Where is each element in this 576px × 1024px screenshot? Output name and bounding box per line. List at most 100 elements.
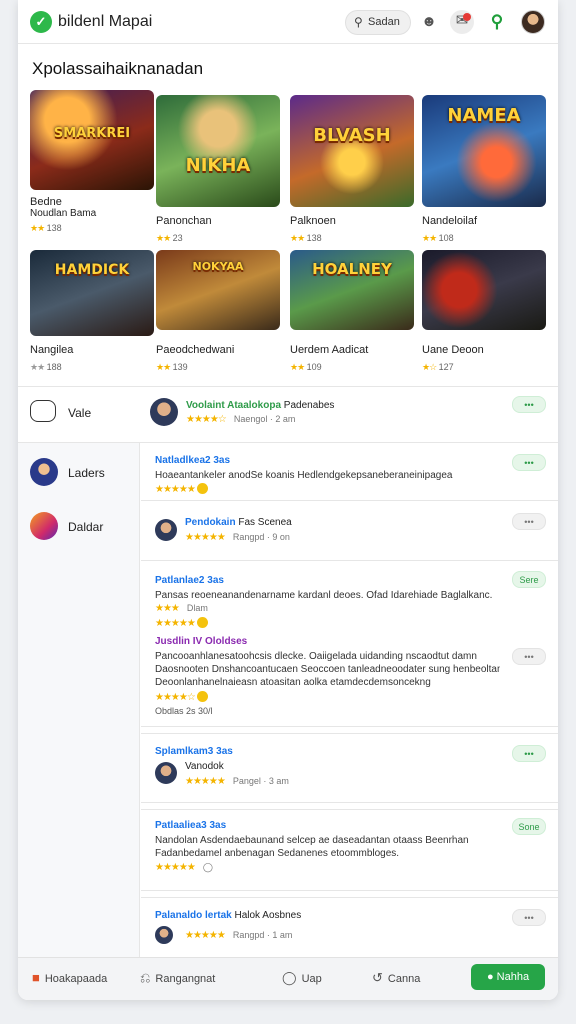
game-name: Uane Deoon: [422, 344, 484, 356]
feed-card[interactable]: Palanaldo lertak Halok Aosbnes ★★★★★ Rang…: [141, 897, 558, 957]
card-title: Patlaaliea3 3as: [155, 820, 227, 831]
game-card[interactable]: HAMDICK Nangilea ★★ 188: [30, 250, 154, 373]
game-card[interactable]: NAMEA Nandeloilaf ★★ 108: [422, 95, 546, 244]
game-logo-text: HAMDICK: [54, 262, 130, 278]
card-rating: ★★★★★ Rangpd · 9 on: [185, 532, 290, 543]
card-action-button[interactable]: •••: [512, 513, 546, 530]
sidebar-item-label: Vale: [68, 406, 92, 420]
game-card[interactable]: NIKHA Panonchan ★★ 23: [156, 95, 280, 244]
feed-card[interactable]: Patlaaliea3 3as Nandolan Asdendaebaunand…: [141, 809, 558, 891]
nav-item-share[interactable]: ↺ Canna: [372, 970, 420, 986]
avatar[interactable]: [155, 519, 177, 541]
game-logo-text: SMARKREI: [53, 126, 131, 141]
game-thumbnail[interactable]: SMARKREI: [30, 90, 154, 190]
avatar[interactable]: [150, 398, 178, 426]
card-footer: Obdlas 2s 30/l: [155, 706, 213, 716]
game-card[interactable]: NOKYAA Paeodchedwani ★★ 139: [156, 250, 280, 373]
feed-card[interactable]: Splamlkam3 3as Vanodok ★★★★★ Pangel · 3 a…: [141, 733, 558, 803]
card-rating: ★★★★★: [155, 617, 208, 629]
card-action-button[interactable]: •••: [512, 745, 546, 762]
game-name: Uerdem Aadicat: [290, 344, 369, 356]
card-text: Daosnooten Dnshancoantucaen Seoccoen tan…: [155, 664, 500, 675]
coin-icon: [196, 483, 208, 494]
card-action-button[interactable]: Sere: [512, 571, 546, 588]
card-action-button[interactable]: Sone: [512, 818, 546, 835]
game-name: Nangilea: [30, 344, 74, 356]
featured-action-button[interactable]: •••: [512, 396, 546, 413]
card-subtitle: Jusdlin IV Ololdses: [155, 636, 248, 647]
primary-action-button[interactable]: ● Nahha: [471, 964, 545, 990]
game-thumbnail[interactable]: NAMEA: [422, 95, 546, 207]
card-title: Pendokain Fas Scenea: [185, 517, 292, 528]
card-rating: ★★★ Dlam: [155, 603, 208, 614]
card-title: Natladlkea2 3as: [155, 455, 231, 466]
notification-dot: [463, 13, 471, 21]
game-rating: ★☆ 127: [422, 362, 454, 372]
sidebar-item-label: Laders: [68, 466, 105, 480]
game-thumbnail[interactable]: NIKHA: [156, 95, 280, 207]
card-text: Hoaeantankeler anodSe koanis Hedlendgeke…: [155, 470, 453, 481]
game-logo-text: NAMEA: [447, 105, 521, 126]
coin-icon: [196, 691, 208, 702]
chat-icon: [30, 400, 56, 422]
card-text: Pansas reoeneanandenarname kardanl deoes…: [155, 590, 493, 601]
game-rating: ★★ 188: [30, 362, 62, 372]
card-rating: ★★★★★ Pangel · 3 am: [185, 776, 289, 787]
featured-rating: ★★★★☆ Naengol · 2 am: [186, 414, 296, 425]
feed-card[interactable]: Patlanlae2 3as Pansas reoeneanandenarnam…: [141, 561, 558, 727]
game-thumbnail[interactable]: [422, 250, 546, 330]
nav-item-chat[interactable]: ◯ Uap: [282, 970, 322, 986]
card-title: Splamlkam3 3as: [155, 746, 233, 757]
avatar[interactable]: [521, 10, 545, 34]
card-rating: ★★★★★ ◯: [155, 862, 213, 873]
chat-icon: ◯: [282, 970, 297, 985]
nav-item-games[interactable]: ⎌ Rangangnat: [140, 970, 215, 986]
avatar[interactable]: [155, 762, 177, 784]
bell-icon[interactable]: ✉: [450, 10, 474, 34]
avatar: [30, 458, 58, 486]
game-logo-text: NIKHA: [185, 155, 251, 176]
game-name: Bedne: [30, 196, 62, 208]
game-thumbnail[interactable]: NOKYAA: [156, 250, 280, 330]
game-rating: ★★ 139: [156, 362, 188, 372]
bottom-nav: ■ Hoakapaada ⎌ Rangangnat ◯ Uap ↺ Canna ● Na…: [18, 957, 558, 1000]
divider: [18, 386, 558, 387]
feed-card[interactable]: Natladlkea2 3as Hoaeantankeler anodSe ko…: [141, 443, 558, 501]
game-rating: ★★ 23: [156, 233, 183, 243]
play-icon: ●: [486, 971, 497, 983]
game-name: Nandeloilaf: [422, 215, 478, 227]
brush-icon: [30, 512, 58, 540]
nav-item-home[interactable]: ■ Hoakapaada: [32, 970, 107, 985]
search-icon: ⚲: [354, 15, 363, 29]
game-thumbnail[interactable]: BLVASH: [290, 95, 414, 207]
user-icon[interactable]: ☻: [418, 11, 440, 33]
game-rating: ★★ 109: [290, 362, 322, 372]
game-thumbnail[interactable]: HOALNEY: [290, 250, 414, 330]
avatar[interactable]: [155, 926, 173, 944]
card-action-button[interactable]: •••: [512, 909, 546, 926]
game-card[interactable]: SMARKREI Bedne Noudlan Bama ★★ 138: [30, 90, 154, 234]
app-title: bildenl Mapai: [58, 13, 153, 30]
game-thumbnail[interactable]: HAMDICK: [30, 250, 154, 336]
game-logo-text: HOALNEY: [312, 260, 392, 278]
app-window: ✓ bildenl Mapai ⚲ Sadan ☻ ✉ ⚲ Xpolassaih…: [18, 0, 558, 1000]
search-button[interactable]: ⚲ Sadan: [345, 10, 411, 35]
leaf-logo-icon[interactable]: ✓: [30, 11, 52, 33]
card-action-button[interactable]: •••: [512, 648, 546, 665]
game-logo-text: NOKYAA: [192, 260, 244, 273]
sidebar-item-label: Daldar: [68, 520, 104, 534]
card-title: Palanaldo lertak Halok Aosbnes: [155, 910, 302, 921]
feed-card[interactable]: Pendokain Fas Scenea ★★★★★ Rangpd · 9 on …: [141, 501, 558, 561]
game-card[interactable]: Uane Deoon ★☆ 127: [422, 250, 546, 373]
search-icon[interactable]: ⚲: [486, 11, 508, 33]
game-card[interactable]: BLVASH Palknoen ★★ 138: [290, 95, 414, 244]
game-name: Paeodchedwani: [156, 344, 235, 356]
game-rating: ★★ 138: [30, 223, 62, 233]
top-bar: ✓ bildenl Mapai ⚲ Sadan ☻ ✉ ⚲: [18, 0, 558, 44]
card-action-button[interactable]: •••: [512, 454, 546, 471]
game-subtitle: Noudlan Bama: [30, 208, 97, 219]
game-card[interactable]: HOALNEY Uerdem Aadicat ★★ 109: [290, 250, 414, 373]
card-text: Nandolan Asdendaebaunand selcep ae dasea…: [155, 835, 469, 846]
game-name: Panonchan: [156, 215, 212, 227]
card-rating: ★★★★☆: [155, 691, 208, 703]
